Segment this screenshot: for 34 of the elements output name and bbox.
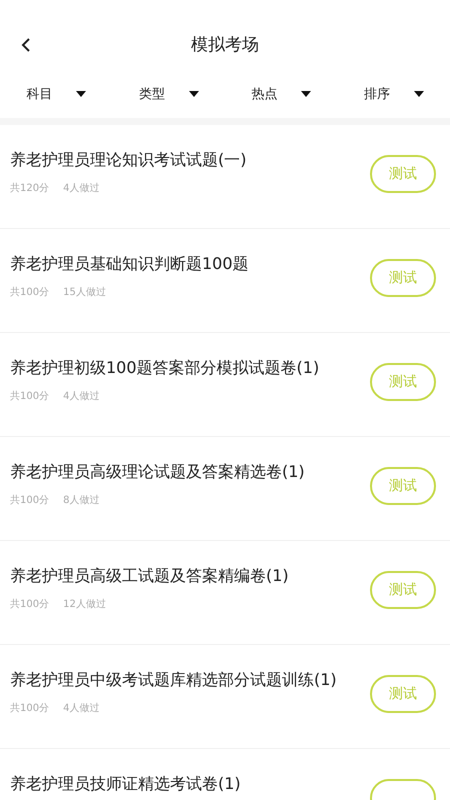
page-title: 模拟考场	[191, 34, 259, 56]
exam-score: 共100分	[10, 494, 50, 507]
exam-takers: 8人做过	[63, 494, 100, 507]
exam-title: 养老护理员基础知识判断题100题	[10, 254, 249, 275]
caret-icon	[188, 91, 199, 97]
exam-takers: 4人做过	[63, 182, 100, 195]
exam-takers: 4人做过	[63, 390, 100, 403]
exam-title: 养老护理员高级工试题及答案精编卷(1)	[10, 566, 289, 587]
exam-title: 养老护理员高级理论试题及答案精选卷(1)	[10, 462, 305, 483]
caret-icon	[76, 91, 86, 97]
exam-score: 共100分	[10, 702, 50, 715]
filter-dropdown[interactable]: 热点	[225, 81, 338, 107]
filter-dropdown[interactable]: 科目	[0, 81, 112, 107]
exam-score: 共100分	[10, 286, 50, 299]
exam-takers: 12人做过	[63, 598, 106, 611]
test-button[interactable]: 测试	[370, 571, 436, 609]
test-button[interactable]: 测试	[370, 155, 436, 193]
test-button[interactable]: 测试	[370, 675, 436, 713]
exam-score: 共120分	[10, 182, 50, 195]
exam-title: 养老护理员理论知识考试试题(一)	[10, 150, 246, 171]
test-button[interactable]: 测试	[370, 259, 436, 297]
exam-title: 养老护理初级100题答案部分模拟试题卷(1)	[10, 358, 320, 379]
filter-dropdown[interactable]: 排序	[338, 81, 450, 107]
exam-takers: 4人做过	[63, 702, 100, 715]
exam-title: 养老护理员中级考试题库精选部分试题训练(1)	[10, 670, 337, 691]
exam-takers: 15人做过	[63, 286, 106, 299]
test-button[interactable]: 测试	[370, 467, 436, 505]
exam-title: 养老护理员技师证精选考试卷(1)	[10, 774, 241, 795]
caret-icon	[414, 91, 424, 97]
caret-icon	[301, 91, 312, 97]
filter-dropdown[interactable]: 类型	[112, 81, 225, 107]
test-button[interactable]: 测试	[370, 363, 436, 401]
exam-score: 共100分	[10, 390, 50, 403]
exam-score: 共100分	[10, 598, 50, 611]
